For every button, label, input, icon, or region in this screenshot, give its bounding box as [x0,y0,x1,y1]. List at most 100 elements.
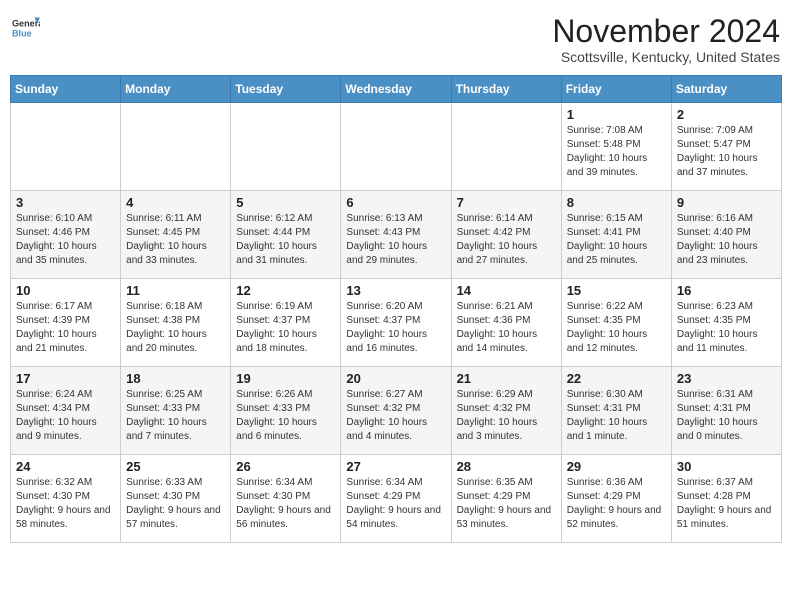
calendar-cell: 9 Sunrise: 6:16 AM Sunset: 4:40 PM Daylig… [671,191,781,279]
calendar-cell: 20Sunrise: 6:27 AM Sunset: 4:32 PM Dayli… [341,367,451,455]
day-number: 30 [677,459,776,474]
day-number: 7 [457,195,556,210]
calendar-cell: 5 Sunrise: 6:12 AM Sunset: 4:44 PM Daylig… [231,191,341,279]
day-info: Sunrise: 6:12 AM Sunset: 4:44 PM Dayligh… [236,212,335,268]
day-number: 24 [16,459,115,474]
day-number: 13 [346,283,445,298]
day-info: Sunrise: 6:33 AM Sunset: 4:30 PM Dayligh… [126,476,225,532]
calendar-cell: 1 Sunrise: 7:08 AM Sunset: 5:48 PM Daylig… [561,103,671,191]
day-info: Sunrise: 6:16 AM Sunset: 4:40 PM Dayligh… [677,212,776,268]
day-number: 5 [236,195,335,210]
calendar-cell [231,103,341,191]
day-info: Sunrise: 6:30 AM Sunset: 4:31 PM Dayligh… [567,388,666,444]
day-info: Sunrise: 7:08 AM Sunset: 5:48 PM Dayligh… [567,124,666,180]
day-number: 16 [677,283,776,298]
calendar-cell: 11Sunrise: 6:18 AM Sunset: 4:38 PM Dayli… [121,279,231,367]
day-info: Sunrise: 6:18 AM Sunset: 4:38 PM Dayligh… [126,300,225,356]
calendar-cell: 2 Sunrise: 7:09 AM Sunset: 5:47 PM Daylig… [671,103,781,191]
weekday-header-row: SundayMondayTuesdayWednesdayThursdayFrid… [11,76,782,103]
day-number: 21 [457,371,556,386]
day-info: Sunrise: 6:37 AM Sunset: 4:28 PM Dayligh… [677,476,776,532]
calendar-week-4: 17Sunrise: 6:24 AM Sunset: 4:34 PM Dayli… [11,367,782,455]
day-info: Sunrise: 6:14 AM Sunset: 4:42 PM Dayligh… [457,212,556,268]
page-header: General Blue November 2024 Scottsville, … [10,10,782,69]
calendar-week-1: 1 Sunrise: 7:08 AM Sunset: 5:48 PM Daylig… [11,103,782,191]
day-number: 23 [677,371,776,386]
calendar-cell: 22 Sunrise: 6:30 AM Sunset: 4:31 PM Dayli… [561,367,671,455]
day-info: Sunrise: 6:19 AM Sunset: 4:37 PM Dayligh… [236,300,335,356]
day-info: Sunrise: 6:34 AM Sunset: 4:30 PM Dayligh… [236,476,335,532]
calendar-cell: 16 Sunrise: 6:23 AM Sunset: 4:35 PM Dayli… [671,279,781,367]
day-number: 29 [567,459,666,474]
calendar-cell: 3 Sunrise: 6:10 AM Sunset: 4:46 PM Daylig… [11,191,121,279]
day-number: 27 [346,459,445,474]
day-info: Sunrise: 6:20 AM Sunset: 4:37 PM Dayligh… [346,300,445,356]
calendar-cell: 8 Sunrise: 6:15 AM Sunset: 4:41 PM Daylig… [561,191,671,279]
month-title: November 2024 [552,14,780,49]
day-number: 28 [457,459,556,474]
calendar-cell: 18 Sunrise: 6:25 AM Sunset: 4:33 PM Dayli… [121,367,231,455]
day-number: 10 [16,283,115,298]
title-area: November 2024 Scottsville, Kentucky, Uni… [552,14,780,65]
day-number: 26 [236,459,335,474]
day-info: Sunrise: 6:29 AM Sunset: 4:32 PM Dayligh… [457,388,556,444]
day-info: Sunrise: 6:26 AM Sunset: 4:33 PM Dayligh… [236,388,335,444]
calendar-cell: 12 Sunrise: 6:19 AM Sunset: 4:37 PM Dayli… [231,279,341,367]
calendar-cell [121,103,231,191]
logo: General Blue [12,14,40,42]
day-number: 9 [677,195,776,210]
day-number: 1 [567,107,666,122]
day-number: 8 [567,195,666,210]
calendar-cell: 19 Sunrise: 6:26 AM Sunset: 4:33 PM Dayli… [231,367,341,455]
day-number: 4 [126,195,225,210]
calendar-cell: 13 Sunrise: 6:20 AM Sunset: 4:37 PM Dayli… [341,279,451,367]
day-info: Sunrise: 6:13 AM Sunset: 4:43 PM Dayligh… [346,212,445,268]
weekday-header-monday: Monday [121,76,231,103]
calendar-cell: 26 Sunrise: 6:34 AM Sunset: 4:30 PM Dayli… [231,455,341,543]
day-info: Sunrise: 6:11 AM Sunset: 4:45 PM Dayligh… [126,212,225,268]
day-number: 25 [126,459,225,474]
calendar-cell: 4 Sunrise: 6:11 AM Sunset: 4:45 PM Daylig… [121,191,231,279]
day-number: 19 [236,371,335,386]
weekday-header-friday: Friday [561,76,671,103]
day-number: 12 [236,283,335,298]
day-number: 18 [126,371,225,386]
calendar-cell: 21 Sunrise: 6:29 AM Sunset: 4:32 PM Dayli… [451,367,561,455]
day-info: Sunrise: 6:22 AM Sunset: 4:35 PM Dayligh… [567,300,666,356]
weekday-header-wednesday: Wednesday [341,76,451,103]
day-info: Sunrise: 6:23 AM Sunset: 4:35 PM Dayligh… [677,300,776,356]
calendar-week-3: 10Sunrise: 6:17 AM Sunset: 4:39 PM Dayli… [11,279,782,367]
day-info: Sunrise: 6:32 AM Sunset: 4:30 PM Dayligh… [16,476,115,532]
calendar-cell: 29 Sunrise: 6:36 AM Sunset: 4:29 PM Dayli… [561,455,671,543]
day-info: Sunrise: 6:25 AM Sunset: 4:33 PM Dayligh… [126,388,225,444]
calendar-cell [11,103,121,191]
day-number: 14 [457,283,556,298]
day-info: Sunrise: 7:09 AM Sunset: 5:47 PM Dayligh… [677,124,776,180]
day-info: Sunrise: 6:10 AM Sunset: 4:46 PM Dayligh… [16,212,115,268]
calendar-week-2: 3 Sunrise: 6:10 AM Sunset: 4:46 PM Daylig… [11,191,782,279]
weekday-header-thursday: Thursday [451,76,561,103]
weekday-header-tuesday: Tuesday [231,76,341,103]
day-info: Sunrise: 6:31 AM Sunset: 4:31 PM Dayligh… [677,388,776,444]
calendar-cell: 14Sunrise: 6:21 AM Sunset: 4:36 PM Dayli… [451,279,561,367]
location-title: Scottsville, Kentucky, United States [552,49,780,65]
day-number: 20 [346,371,445,386]
day-info: Sunrise: 6:36 AM Sunset: 4:29 PM Dayligh… [567,476,666,532]
calendar-cell: 7 Sunrise: 6:14 AM Sunset: 4:42 PM Daylig… [451,191,561,279]
day-number: 15 [567,283,666,298]
calendar-cell: 24 Sunrise: 6:32 AM Sunset: 4:30 PM Dayli… [11,455,121,543]
weekday-header-sunday: Sunday [11,76,121,103]
calendar-week-5: 24 Sunrise: 6:32 AM Sunset: 4:30 PM Dayli… [11,455,782,543]
calendar-cell [341,103,451,191]
day-info: Sunrise: 6:15 AM Sunset: 4:41 PM Dayligh… [567,212,666,268]
day-number: 2 [677,107,776,122]
calendar-cell: 15 Sunrise: 6:22 AM Sunset: 4:35 PM Dayli… [561,279,671,367]
day-number: 3 [16,195,115,210]
calendar-cell: 30 Sunrise: 6:37 AM Sunset: 4:28 PM Dayli… [671,455,781,543]
day-number: 22 [567,371,666,386]
calendar-cell: 23 Sunrise: 6:31 AM Sunset: 4:31 PM Dayli… [671,367,781,455]
calendar-table: SundayMondayTuesdayWednesdayThursdayFrid… [10,75,782,543]
calendar-cell: 10Sunrise: 6:17 AM Sunset: 4:39 PM Dayli… [11,279,121,367]
svg-text:Blue: Blue [12,28,32,38]
calendar-cell [451,103,561,191]
